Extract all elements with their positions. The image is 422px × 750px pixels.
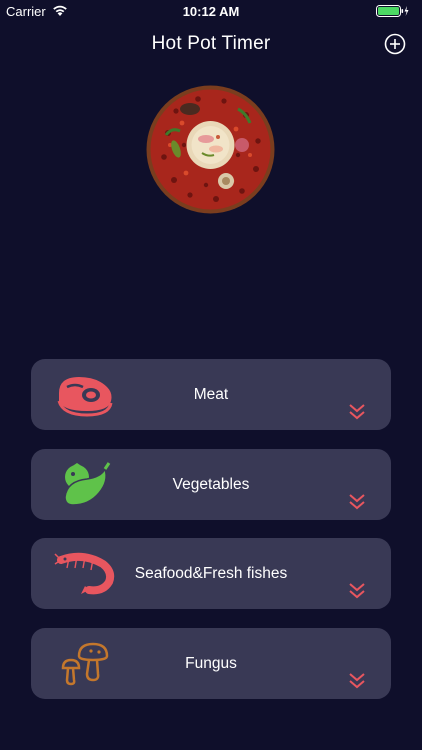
chevron-down-icon[interactable] [349, 582, 365, 600]
category-label: Seafood&Fresh fishes [134, 565, 288, 582]
chevron-down-icon[interactable] [349, 403, 365, 421]
category-label: Meat [193, 386, 229, 403]
add-button[interactable] [384, 33, 406, 55]
status-bar: Carrier 10:12 AM [0, 0, 422, 22]
category-card-meat[interactable]: Meat [31, 359, 391, 430]
category-label: Vegetables [172, 476, 250, 493]
clock: 10:12 AM [182, 4, 240, 19]
chevron-down-icon[interactable] [349, 672, 365, 690]
battery-icon [376, 5, 409, 17]
category-label: Fungus [185, 655, 237, 672]
category-card-seafood[interactable]: Seafood&Fresh fishes [31, 538, 391, 609]
category-card-vegetables[interactable]: Vegetables [31, 449, 391, 520]
category-card-fungus[interactable]: Fungus [31, 628, 391, 699]
hotpot-image [146, 85, 275, 214]
chevron-down-icon[interactable] [349, 493, 365, 511]
page-title: Hot Pot Timer [151, 33, 271, 54]
